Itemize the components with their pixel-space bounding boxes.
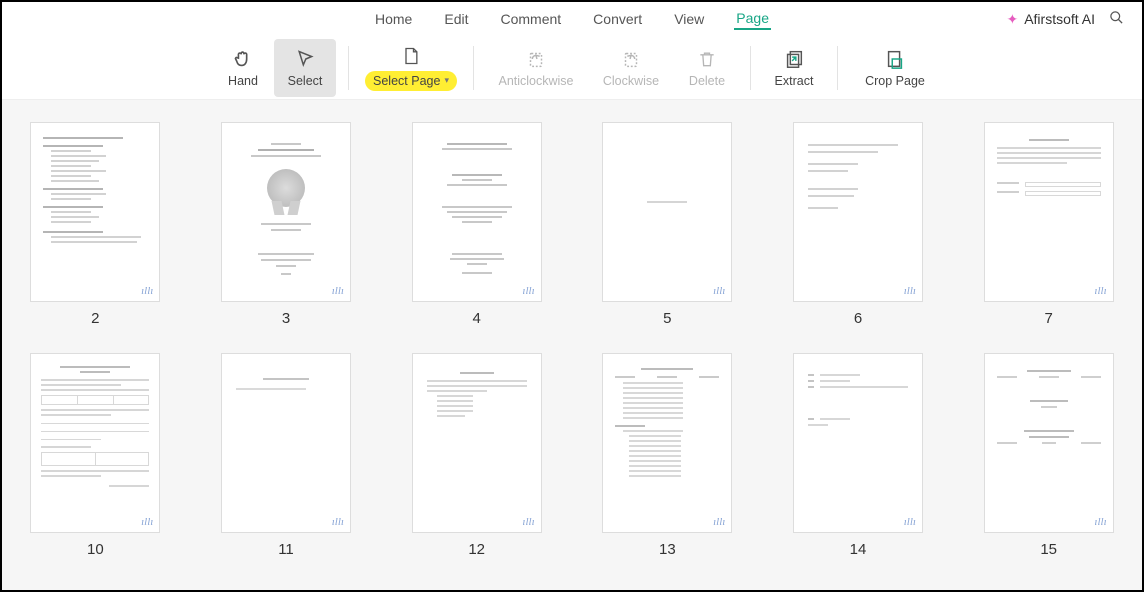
separator bbox=[837, 46, 838, 90]
rotate-cw-icon bbox=[620, 48, 642, 70]
select-tool[interactable]: Select bbox=[274, 39, 336, 97]
extract-tool[interactable]: Extract bbox=[763, 39, 825, 97]
sparkle-icon: ✦ bbox=[1006, 11, 1018, 28]
separator bbox=[473, 46, 474, 90]
signature-mark: ıllı bbox=[1094, 285, 1106, 297]
crop-page-label: Crop Page bbox=[865, 74, 925, 88]
page-cell: ıllı 14 bbox=[789, 353, 928, 558]
ai-button[interactable]: ✦ Afirstsoft AI bbox=[1006, 11, 1095, 28]
page-number: 11 bbox=[278, 541, 294, 558]
search-icon[interactable] bbox=[1109, 10, 1124, 28]
page-thumbnail[interactable]: ıllı bbox=[221, 353, 351, 533]
select-label: Select bbox=[288, 74, 323, 88]
page-thumbnails-area: ıllı 2 ıllı 3 bbox=[2, 100, 1142, 590]
signature-mark: ıllı bbox=[713, 516, 725, 528]
page-cell: ıllı 13 bbox=[598, 353, 737, 558]
page-number: 5 bbox=[663, 310, 671, 327]
tab-convert[interactable]: Convert bbox=[591, 9, 644, 29]
hand-label: Hand bbox=[228, 74, 258, 88]
app-window: Home Edit Comment Convert View Page ✦ Af… bbox=[0, 0, 1144, 592]
extract-label: Extract bbox=[775, 74, 814, 88]
signature-mark: ıllı bbox=[141, 516, 153, 528]
page-number: 14 bbox=[850, 541, 867, 558]
page-cell: ıllı 7 bbox=[979, 122, 1118, 327]
page-thumbnail[interactable]: ıllı bbox=[984, 353, 1114, 533]
tab-view[interactable]: View bbox=[672, 9, 706, 29]
page-thumbnail[interactable]: ıllı bbox=[412, 353, 542, 533]
seal-icon bbox=[267, 169, 305, 207]
page-thumbnail[interactable]: ıllı bbox=[793, 353, 923, 533]
select-page-tool[interactable]: Select Page ▾ bbox=[361, 39, 461, 97]
signature-mark: ıllı bbox=[1094, 516, 1106, 528]
page-toolbar: Hand Select Select Page ▾ Anticlockwise bbox=[2, 36, 1142, 100]
signature-mark: ıllı bbox=[141, 285, 153, 297]
page-icon bbox=[400, 45, 422, 67]
page-thumbnail[interactable]: ıllı bbox=[793, 122, 923, 302]
separator bbox=[348, 46, 349, 90]
clockwise-label: Clockwise bbox=[603, 74, 659, 88]
page-number: 10 bbox=[87, 541, 104, 558]
page-cell: ıllı 6 bbox=[789, 122, 928, 327]
crop-icon bbox=[884, 48, 906, 70]
page-thumbnail[interactable]: ıllı bbox=[30, 353, 160, 533]
extract-icon bbox=[783, 48, 805, 70]
page-number: 7 bbox=[1044, 310, 1052, 327]
signature-mark: ıllı bbox=[522, 285, 534, 297]
page-cell: ıllı 10 bbox=[26, 353, 165, 558]
anticlockwise-label: Anticlockwise bbox=[498, 74, 573, 88]
page-cell: ıllı 11 bbox=[217, 353, 356, 558]
tab-home[interactable]: Home bbox=[373, 9, 414, 29]
page-number: 15 bbox=[1040, 541, 1057, 558]
hand-icon bbox=[232, 48, 254, 70]
signature-mark: ıllı bbox=[713, 285, 725, 297]
separator bbox=[750, 46, 751, 90]
select-page-label: Select Page bbox=[373, 74, 440, 88]
page-thumbnail[interactable]: ıllı bbox=[602, 122, 732, 302]
page-thumbnail[interactable]: ıllı bbox=[221, 122, 351, 302]
delete-tool[interactable]: Delete bbox=[676, 39, 738, 97]
cursor-icon bbox=[294, 48, 316, 70]
page-cell: ıllı 5 bbox=[598, 122, 737, 327]
hand-tool[interactable]: Hand bbox=[212, 39, 274, 97]
page-cell: ıllı 12 bbox=[407, 353, 546, 558]
signature-mark: ıllı bbox=[332, 516, 344, 528]
signature-mark: ıllı bbox=[332, 285, 344, 297]
page-number: 2 bbox=[91, 310, 99, 327]
page-cell: ıllı 4 bbox=[407, 122, 546, 327]
page-number: 3 bbox=[282, 310, 290, 327]
page-number: 6 bbox=[854, 310, 862, 327]
signature-mark: ıllı bbox=[904, 516, 916, 528]
tab-edit[interactable]: Edit bbox=[442, 9, 470, 29]
menu-tabs: Home Edit Comment Convert View Page ✦ Af… bbox=[2, 2, 1142, 36]
chevron-down-icon: ▾ bbox=[444, 75, 449, 86]
ai-label-text: Afirstsoft AI bbox=[1024, 11, 1095, 27]
thumbnail-grid: ıllı 2 ıllı 3 bbox=[26, 122, 1118, 558]
signature-mark: ıllı bbox=[522, 516, 534, 528]
rotate-anticlockwise-tool[interactable]: Anticlockwise bbox=[486, 39, 586, 97]
page-thumbnail[interactable]: ıllı bbox=[412, 122, 542, 302]
rotate-ccw-icon bbox=[525, 48, 547, 70]
tab-comment[interactable]: Comment bbox=[498, 9, 563, 29]
crop-page-tool[interactable]: Crop Page bbox=[850, 39, 940, 97]
trash-icon bbox=[696, 48, 718, 70]
page-number: 13 bbox=[659, 541, 676, 558]
delete-label: Delete bbox=[689, 74, 725, 88]
rotate-clockwise-tool[interactable]: Clockwise bbox=[586, 39, 676, 97]
tab-page[interactable]: Page bbox=[734, 8, 771, 30]
page-thumbnail[interactable]: ıllı bbox=[602, 353, 732, 533]
page-thumbnail[interactable]: ıllı bbox=[984, 122, 1114, 302]
page-number: 4 bbox=[472, 310, 480, 327]
page-cell: ıllı 2 bbox=[26, 122, 165, 327]
page-number: 12 bbox=[468, 541, 485, 558]
signature-mark: ıllı bbox=[904, 285, 916, 297]
page-thumbnail[interactable]: ıllı bbox=[30, 122, 160, 302]
page-cell: ıllı 15 bbox=[979, 353, 1118, 558]
page-cell: ıllı 3 bbox=[217, 122, 356, 327]
